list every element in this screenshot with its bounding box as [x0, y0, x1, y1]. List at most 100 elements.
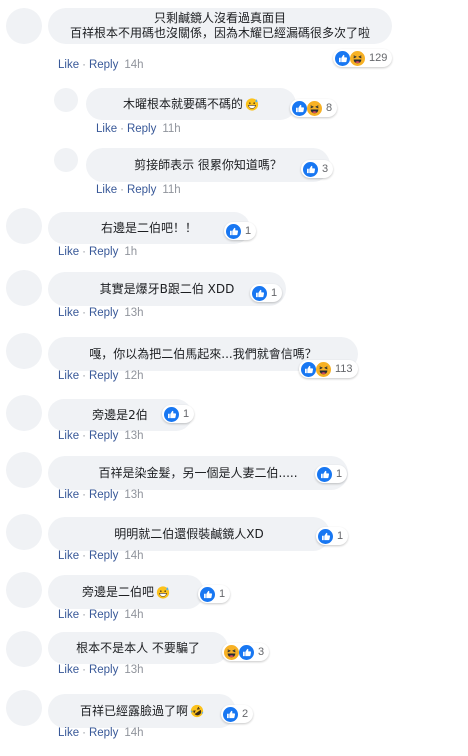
reply-link[interactable]: Reply: [127, 123, 156, 135]
reaction-icons: [303, 161, 318, 177]
comment-bubble: 旁邊是二伯吧: [48, 575, 204, 609]
reply-link[interactable]: Reply: [89, 59, 118, 71]
like-link[interactable]: Like: [58, 246, 79, 258]
reply-link[interactable]: Reply: [89, 550, 118, 562]
like-link[interactable]: Like: [96, 184, 117, 196]
reply-link[interactable]: Reply: [89, 307, 118, 319]
avatar[interactable]: [6, 333, 42, 369]
like-icon: [303, 161, 318, 177]
separator-dot: ·: [82, 430, 86, 442]
reaction-summary[interactable]: 3: [301, 160, 334, 178]
like-link[interactable]: Like: [58, 370, 79, 382]
reaction-summary[interactable]: 1: [224, 222, 257, 240]
comment-actions: Like · Reply 13h: [58, 307, 144, 319]
like-link[interactable]: Like: [58, 307, 79, 319]
avatar[interactable]: [6, 208, 42, 244]
reply-link[interactable]: Reply: [89, 727, 118, 739]
reply-link[interactable]: Reply: [89, 664, 118, 676]
comment-bubble: 百祥是染金髮，另一個是人妻二伯.....: [48, 456, 348, 490]
like-link[interactable]: Like: [58, 550, 79, 562]
separator-dot: ·: [82, 609, 86, 621]
like-link[interactable]: Like: [96, 123, 117, 135]
like-link[interactable]: Like: [58, 664, 79, 676]
like-icon: [200, 586, 215, 602]
avatar[interactable]: [6, 514, 42, 550]
reaction-summary[interactable]: 113: [299, 360, 358, 378]
comment-bubble: 右邊是二伯吧！！: [48, 212, 250, 244]
comment-actions: Like · Reply 1h: [58, 246, 137, 258]
comment-timestamp[interactable]: 13h: [124, 489, 143, 501]
reply-link[interactable]: Reply: [89, 370, 118, 382]
reply-link[interactable]: Reply: [89, 246, 118, 258]
like-link[interactable]: Like: [58, 727, 79, 739]
comment-actions: Like · Reply 11h: [96, 123, 181, 135]
reaction-summary[interactable]: 1: [316, 527, 349, 545]
like-icon: [226, 223, 241, 239]
avatar[interactable]: [6, 8, 42, 44]
reaction-count: 1: [183, 408, 190, 420]
comment-timestamp[interactable]: 14h: [124, 727, 143, 739]
separator-dot: ·: [82, 246, 86, 258]
reaction-count: 1: [271, 287, 278, 299]
rofl-emoji: [190, 704, 204, 718]
comment-timestamp[interactable]: 12h: [124, 370, 143, 382]
reply-link[interactable]: Reply: [127, 184, 156, 196]
like-icon: [335, 50, 350, 66]
comment-timestamp[interactable]: 14h: [124, 609, 143, 621]
reply-link[interactable]: Reply: [89, 430, 118, 442]
comment-bubble: 木曜根本就要碼不碼的: [86, 88, 296, 120]
reply-link[interactable]: Reply: [89, 609, 118, 621]
avatar[interactable]: [6, 452, 42, 488]
separator-dot: ·: [82, 59, 86, 71]
comment-timestamp[interactable]: 14h: [124, 550, 143, 562]
avatar[interactable]: [54, 148, 78, 172]
comment-text: 根本不是本人 不要騙了: [76, 641, 200, 655]
comment-text: 百祥是染金髮，另一個是人妻二伯.....: [98, 466, 298, 480]
reply-link[interactable]: Reply: [89, 489, 118, 501]
comment-actions: Like · Reply 14h: [58, 550, 144, 562]
comment-timestamp[interactable]: 11h: [162, 184, 180, 196]
comment-text: 旁邊是二伯吧: [48, 585, 204, 600]
avatar[interactable]: [6, 395, 42, 431]
avatar[interactable]: [6, 572, 42, 608]
avatar[interactable]: [6, 270, 42, 306]
reaction-summary[interactable]: 1: [162, 405, 195, 423]
comment-actions: Like · Reply 14h: [58, 609, 144, 621]
comment-timestamp[interactable]: 13h: [124, 664, 143, 676]
comment-timestamp[interactable]: 13h: [124, 430, 143, 442]
separator-dot: ·: [82, 664, 86, 676]
comment-bubble: 只剩鹹鏡人沒看過真面目 百祥根本不用碼也沒關係，因為木耀已經漏碼很多次了啦: [48, 8, 392, 44]
comment-timestamp[interactable]: 11h: [162, 123, 180, 135]
reaction-icons: [223, 706, 238, 722]
separator-dot: ·: [82, 307, 86, 319]
comment-timestamp[interactable]: 14h: [124, 59, 143, 71]
comment-timestamp[interactable]: 1h: [124, 246, 137, 258]
avatar[interactable]: [6, 631, 42, 667]
reaction-count: 1: [337, 530, 344, 542]
like-link[interactable]: Like: [58, 609, 79, 621]
comment-bubble: 百祥已經露臉過了啊: [48, 694, 236, 728]
like-link[interactable]: Like: [58, 489, 79, 501]
reaction-icons: [200, 586, 215, 602]
like-link[interactable]: Like: [58, 430, 79, 442]
reaction-icons: [317, 466, 332, 482]
reaction-summary[interactable]: 8: [290, 99, 338, 117]
like-link[interactable]: Like: [58, 59, 79, 71]
comment-bubble: 根本不是本人 不要騙了: [48, 632, 228, 664]
avatar[interactable]: [54, 88, 78, 112]
comment-timestamp[interactable]: 13h: [124, 307, 143, 319]
reaction-summary[interactable]: 3: [222, 643, 270, 661]
reaction-icons: [224, 644, 254, 660]
grinning-sweat-emoji: [156, 585, 170, 599]
haha-icon: [224, 644, 239, 660]
avatar[interactable]: [6, 690, 42, 726]
reaction-summary[interactable]: 1: [250, 284, 283, 302]
reaction-icons: [164, 406, 179, 422]
grinning-sweat-emoji: [245, 97, 259, 111]
reaction-summary[interactable]: 2: [221, 705, 254, 723]
reaction-summary[interactable]: 129: [333, 49, 393, 67]
reaction-summary[interactable]: 1: [315, 465, 348, 483]
reaction-count: 1: [336, 468, 343, 480]
reaction-summary[interactable]: 1: [198, 585, 231, 603]
comment-actions: Like · Reply 13h: [58, 489, 144, 501]
